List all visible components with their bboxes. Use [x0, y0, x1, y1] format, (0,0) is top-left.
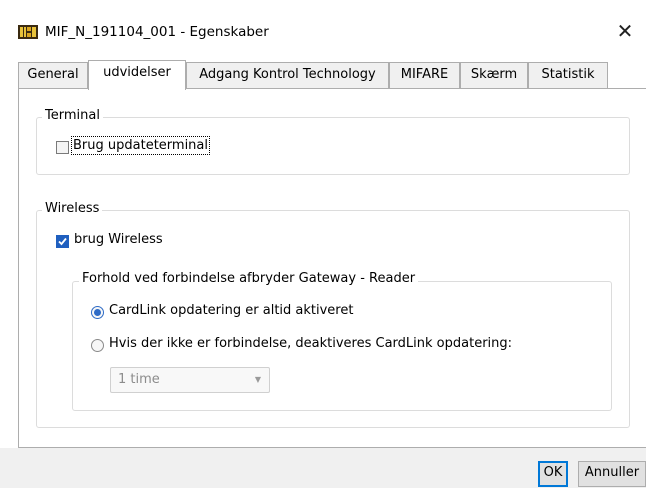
brug-updateterminal-checkbox[interactable]	[56, 141, 69, 154]
tab-skaerm[interactable]: Skærm	[460, 62, 528, 88]
dialog-footer: OK Annuller	[0, 448, 646, 488]
brug-updateterminal-label[interactable]: Brug updateterminal	[71, 136, 210, 155]
brug-wireless-label[interactable]: brug Wireless	[74, 232, 163, 247]
dropdown-value: 1 time	[118, 372, 160, 387]
tab-statistik[interactable]: Statistik	[528, 62, 608, 88]
terminal-group: Terminal Brug updateterminal	[36, 108, 630, 175]
chevron-down-icon: ▼	[254, 375, 261, 384]
gateway-reader-group: Forhold ved forbindelse afbryder Gateway…	[72, 271, 612, 411]
tab-mifare[interactable]: MIFARE	[389, 62, 460, 88]
radio-deactivate-on-disconnect[interactable]	[91, 339, 104, 352]
cancel-button[interactable]: Annuller	[578, 461, 646, 487]
gateway-reader-legend: Forhold ved forbindelse afbryder Gateway…	[79, 271, 419, 286]
close-icon[interactable]: ✕	[612, 20, 638, 44]
radio-always-enabled[interactable]	[91, 306, 104, 319]
radio-selected-dot	[94, 309, 101, 316]
app-icon	[18, 25, 38, 39]
tab-general[interactable]: General	[18, 62, 88, 88]
window-title: MIF_N_191104_001 - Egenskaber	[45, 24, 269, 40]
brug-wireless-checkbox[interactable]	[56, 235, 69, 248]
terminal-legend: Terminal	[42, 108, 103, 123]
wireless-group: Wireless brug Wireless Forhold ved forbi…	[36, 201, 630, 428]
title-bar: MIF_N_191104_001 - Egenskaber ✕	[0, 0, 646, 57]
tab-udvidelser[interactable]: udvidelser	[88, 60, 186, 90]
disconnect-time-dropdown[interactable]: 1 time ▼	[110, 367, 270, 393]
tab-panel-udvidelser: Terminal Brug updateterminal Wireless br…	[18, 88, 646, 448]
ok-button[interactable]: OK	[538, 461, 568, 487]
radio-always-enabled-label[interactable]: CardLink opdatering er altid aktiveret	[109, 303, 353, 318]
tab-adgang-kontrol-technology[interactable]: Adgang Kontrol Technology	[186, 62, 389, 88]
radio-deactivate-on-disconnect-label[interactable]: Hvis der ikke er forbindelse, deaktivere…	[109, 336, 512, 351]
wireless-legend: Wireless	[42, 201, 103, 216]
